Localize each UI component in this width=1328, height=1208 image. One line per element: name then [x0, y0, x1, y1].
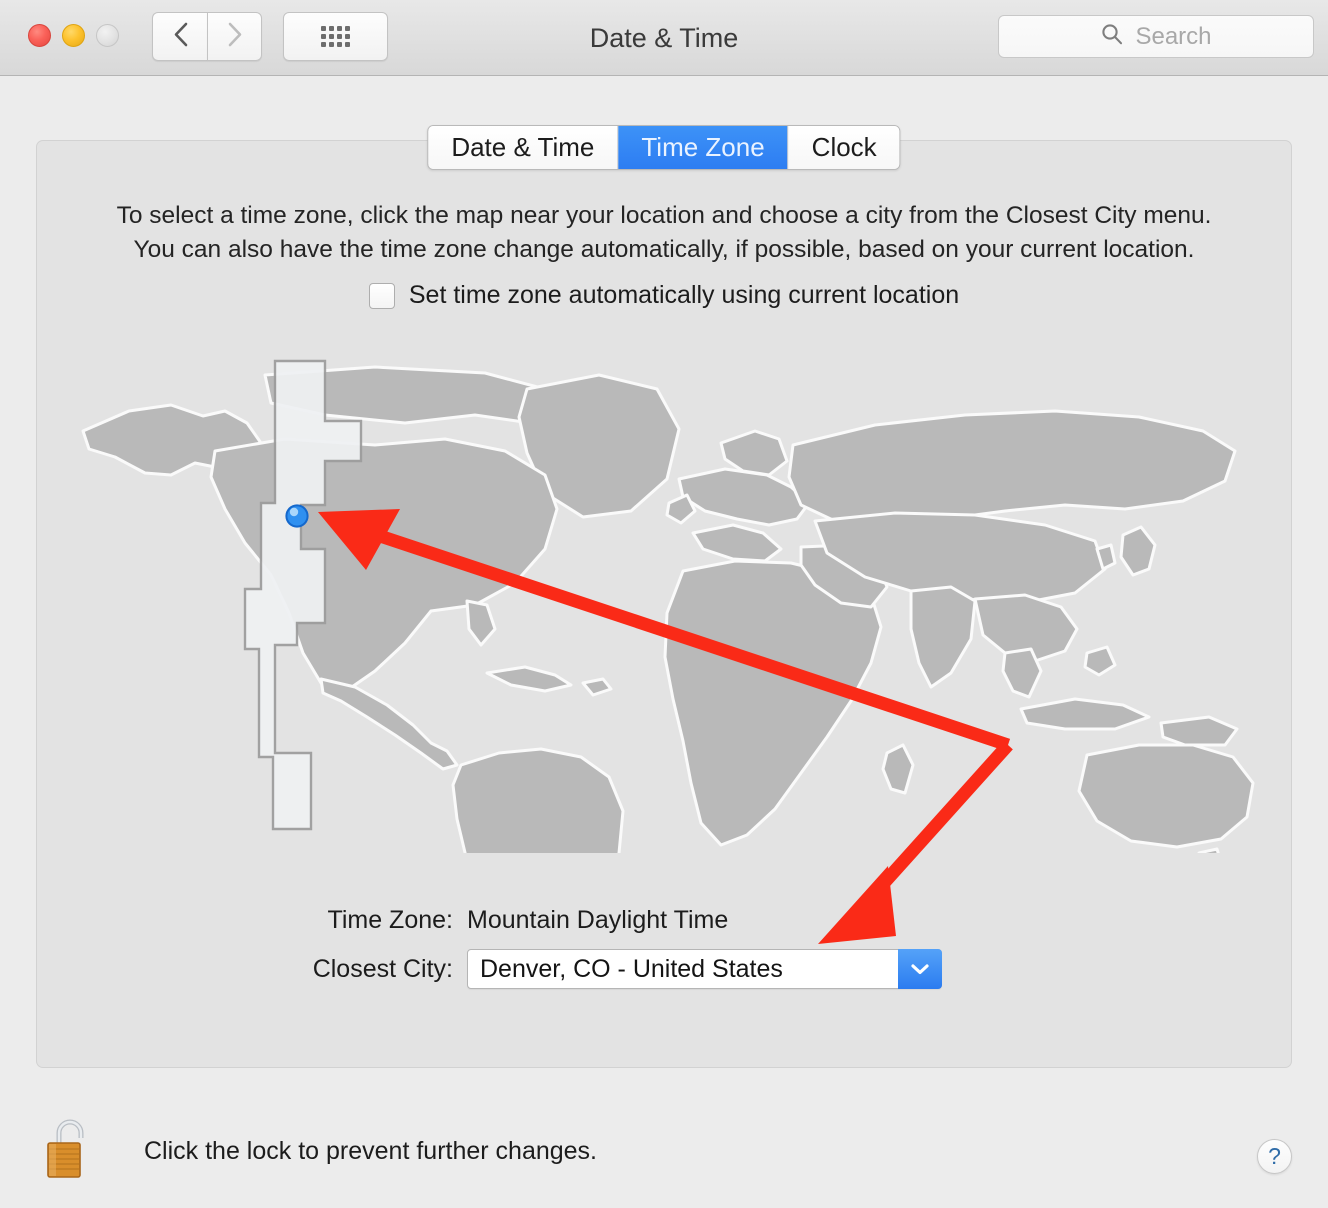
search-placeholder: Search	[1135, 22, 1212, 50]
closest-city-row: Closest City: Denver, CO - United States	[37, 949, 1291, 989]
preference-tabs: Date & Time Time Zone Clock	[427, 125, 901, 170]
window-titlebar: Date & Time Search	[0, 0, 1328, 76]
timezone-fields: Time Zone: Mountain Daylight Time Closes…	[37, 906, 1291, 1003]
lock-label: Click the lock to prevent further change…	[144, 1137, 598, 1165]
tab-time-zone[interactable]: Time Zone	[618, 126, 789, 169]
show-all-button[interactable]	[283, 12, 388, 61]
close-button[interactable]	[28, 24, 51, 47]
search-icon	[1100, 22, 1124, 51]
chevron-down-icon[interactable]	[898, 949, 942, 989]
instructions-text: To select a time zone, click the map nea…	[37, 199, 1291, 267]
help-button[interactable]: ?	[1257, 1139, 1292, 1174]
traffic-light-group	[28, 24, 119, 47]
auto-timezone-row[interactable]: Set time zone automatically using curren…	[37, 281, 1291, 310]
closest-city-label: Closest City:	[312, 954, 453, 983]
lock-row[interactable]: Click the lock to prevent further change…	[45, 1118, 597, 1185]
show-all-grid-icon	[321, 26, 350, 47]
auto-timezone-label: Set time zone automatically using curren…	[408, 281, 960, 309]
chevron-left-icon	[172, 21, 189, 53]
time-zone-label: Time Zone:	[327, 906, 453, 934]
time-zone-row: Time Zone: Mountain Daylight Time	[37, 906, 1291, 935]
instructions-line-1: To select a time zone, click the map nea…	[116, 202, 1212, 229]
minimize-button[interactable]	[62, 24, 85, 47]
instructions-line-2: You can also have the time zone change a…	[133, 236, 1195, 263]
unlocked-padlock-icon[interactable]	[45, 1118, 95, 1185]
tab-clock[interactable]: Clock	[788, 126, 900, 169]
auto-timezone-checkbox[interactable]	[368, 282, 395, 309]
question-mark-icon: ?	[1268, 1143, 1281, 1169]
world-map[interactable]	[75, 353, 1265, 853]
search-field[interactable]: Search	[998, 15, 1314, 58]
chevron-right-icon	[226, 21, 243, 53]
location-marker	[285, 504, 309, 528]
zoom-button	[96, 24, 119, 47]
navigation-button-group	[152, 12, 262, 61]
tab-date-and-time[interactable]: Date & Time	[428, 126, 619, 169]
time-zone-value: Mountain Daylight Time	[467, 906, 729, 934]
closest-city-dropdown[interactable]: Denver, CO - United States	[467, 949, 942, 989]
forward-button	[207, 12, 262, 61]
back-button[interactable]	[152, 12, 207, 61]
closest-city-value: Denver, CO - United States	[480, 954, 783, 983]
timezone-panel: Date & Time Time Zone Clock To select a …	[36, 125, 1292, 1068]
